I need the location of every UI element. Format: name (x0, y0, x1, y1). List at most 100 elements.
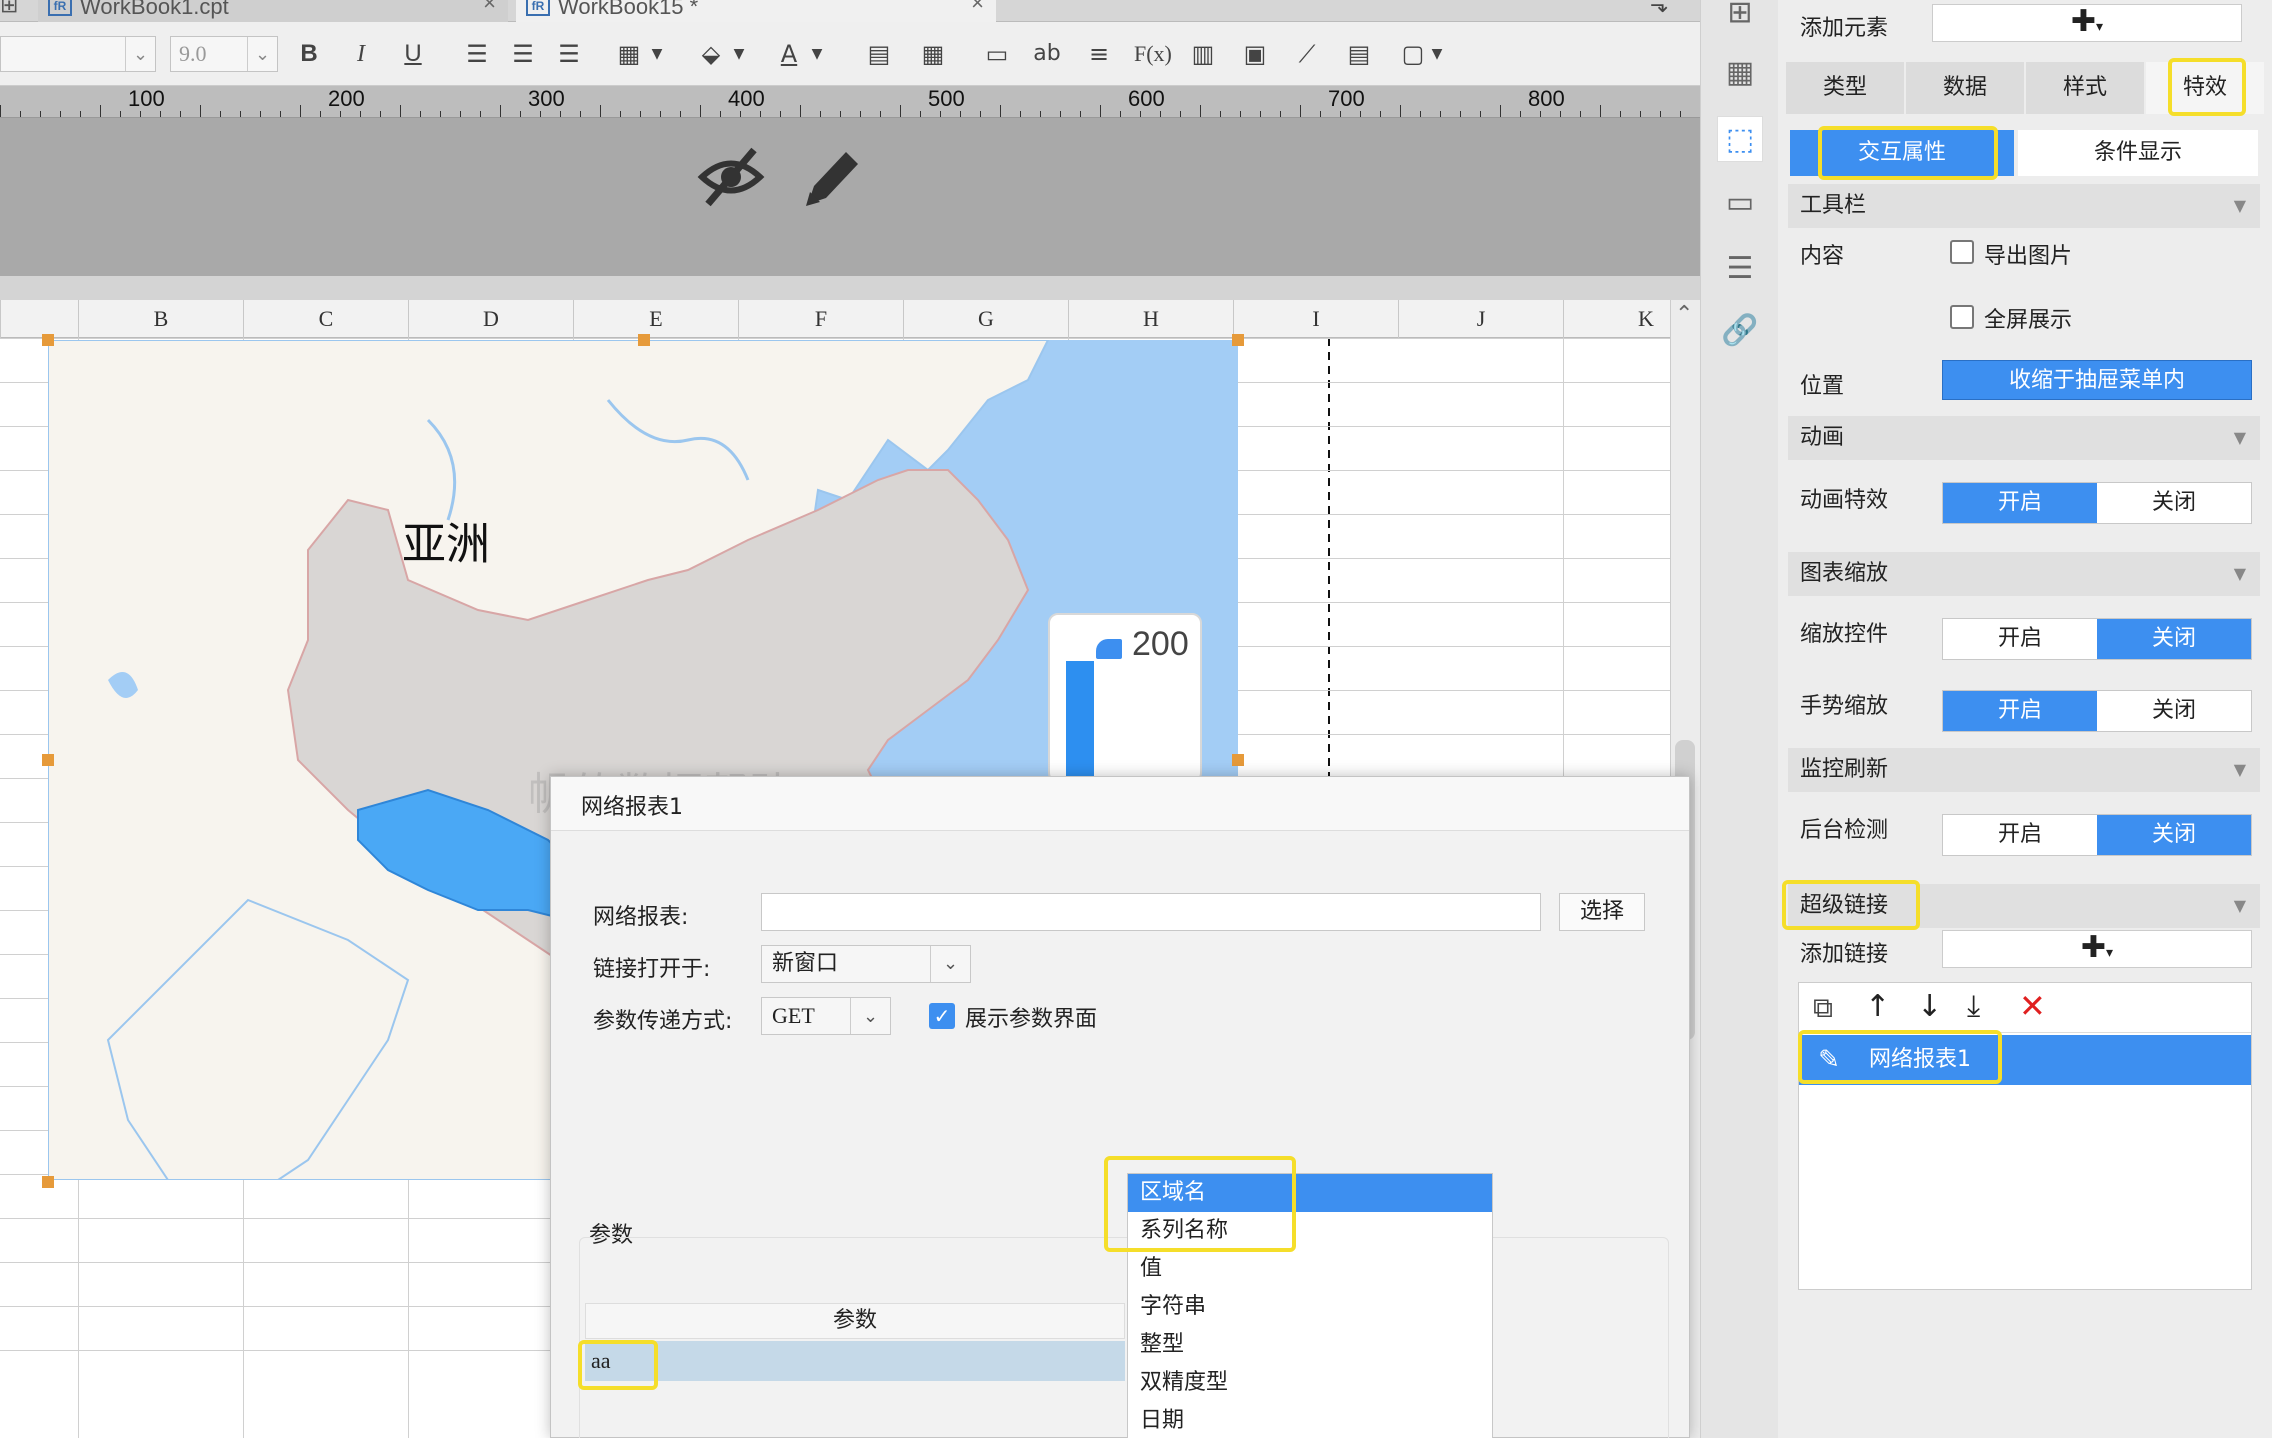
align-right-icon[interactable]: ☰ (552, 38, 586, 70)
copy-icon[interactable]: ⧉ (1813, 991, 1833, 1025)
column-header[interactable]: J (1398, 300, 1563, 338)
animation-toggle[interactable]: 开启 关闭 (1942, 482, 2252, 524)
underline-icon[interactable]: U (396, 38, 430, 70)
subtab-condition[interactable]: 条件显示 (2018, 130, 2258, 176)
scroll-up-icon[interactable]: ⌃ (1675, 302, 1693, 327)
text-icon[interactable]: ab (1030, 38, 1064, 70)
zoom-control-on-option[interactable]: 开启 (1943, 619, 2097, 659)
export-image-checkbox[interactable] (1950, 240, 1974, 264)
hyperlink-icon[interactable]: 🔗 (1717, 308, 1763, 354)
dropdown-option[interactable]: 字符串 (1128, 1288, 1492, 1326)
chevron-down-icon[interactable]: ▼ (808, 38, 826, 70)
tab-workbook15[interactable]: fR WorkBook15 * × (516, 0, 996, 22)
merge-cells-icon[interactable]: ▤ (862, 38, 896, 70)
border-icon[interactable]: ▦ (612, 38, 646, 70)
fullscreen-checkbox[interactable] (1950, 305, 1974, 329)
cell-attribute-icon[interactable]: ▦ (1717, 50, 1763, 96)
panel-tab[interactable]: 类型 (1786, 62, 1904, 114)
section-zoom[interactable]: 图表缩放 ▼ (1788, 552, 2260, 596)
close-tab-icon[interactable]: × (971, 0, 984, 14)
delete-icon[interactable]: ✕ (2019, 987, 2046, 1025)
formula-icon[interactable]: F(x) (1134, 38, 1172, 70)
chevron-down-icon[interactable]: ▼ (730, 38, 748, 70)
align-left-icon[interactable]: ☰ (460, 38, 494, 70)
resize-handle[interactable] (42, 334, 54, 346)
resize-handle[interactable] (638, 334, 650, 346)
move-bottom-icon[interactable]: ⤓ (1967, 989, 1980, 1024)
resize-handle[interactable] (1232, 334, 1244, 346)
dropdown-arrow-icon[interactable]: ⬎ (1650, 0, 1668, 17)
dropdown-option[interactable]: 值 (1128, 1250, 1492, 1288)
column-header[interactable]: D (408, 300, 573, 338)
column-header[interactable]: G (903, 300, 1068, 338)
close-tab-icon[interactable]: × (483, 0, 496, 14)
background-check-on-option[interactable]: 开启 (1943, 815, 2097, 855)
subreport-icon[interactable]: ▤ (1342, 38, 1376, 70)
background-check-off-option[interactable]: 关闭 (2097, 815, 2251, 855)
bold-icon[interactable]: B (292, 38, 326, 70)
chevron-down-icon[interactable]: ▼ (1428, 38, 1446, 70)
report-input[interactable] (761, 893, 1541, 931)
chevron-down-icon[interactable]: ▼ (648, 38, 666, 70)
dropdown-option[interactable]: 双精度型 (1128, 1364, 1492, 1402)
dropdown-option[interactable]: 整型 (1128, 1326, 1492, 1364)
italic-icon[interactable]: I (344, 38, 378, 70)
paragraph-icon[interactable]: ≡ (1082, 38, 1116, 70)
select-button[interactable]: 选择 (1559, 893, 1645, 931)
legend-handle-icon[interactable] (1096, 639, 1122, 659)
move-down-icon[interactable]: ↓ (1917, 989, 1942, 1024)
font-color-icon[interactable]: A (772, 38, 806, 70)
panel-tab[interactable]: 数据 (1906, 62, 2024, 114)
section-monitor[interactable]: 监控刷新 ▼ (1788, 748, 2260, 792)
textfield-icon[interactable]: ▭ (980, 38, 1014, 70)
font-size-select[interactable]: 9.0 ⌄ (170, 36, 278, 72)
panel-tab[interactable]: 样式 (2026, 62, 2144, 114)
show-params-checkbox[interactable]: ✓ (929, 1003, 955, 1029)
section-toolbar[interactable]: 工具栏 ▼ (1788, 184, 2260, 228)
param-method-select[interactable]: GET ⌄ (761, 997, 891, 1035)
add-link-button[interactable]: ✚▾ (1942, 930, 2252, 968)
column-header[interactable]: B (78, 300, 243, 338)
background-check-toggle[interactable]: 开启 关闭 (1942, 814, 2252, 856)
dropdown-option[interactable]: 日期 (1128, 1402, 1492, 1438)
move-up-icon[interactable]: ↑ (1865, 989, 1890, 1024)
column-header[interactable]: H (1068, 300, 1233, 338)
new-sheet-icon[interactable]: ⊞ (0, 0, 30, 20)
gesture-zoom-on-option[interactable]: 开启 (1943, 691, 2097, 731)
zoom-control-toggle[interactable]: 开启 关闭 (1942, 618, 2252, 660)
tab-workbook1[interactable]: fR WorkBook1.cpt × (38, 0, 508, 22)
fill-color-icon[interactable]: ⬙ (694, 38, 728, 70)
column-header[interactable]: C (243, 300, 408, 338)
image-icon[interactable]: ▣ (1238, 38, 1272, 70)
zoom-control-off-option[interactable]: 关闭 (2097, 619, 2251, 659)
resize-handle[interactable] (1232, 754, 1244, 766)
gesture-zoom-off-option[interactable]: 关闭 (2097, 691, 2251, 731)
open-in-select[interactable]: 新窗口 ⌄ (761, 945, 971, 983)
widget-settings-icon[interactable]: ▭ (1717, 180, 1763, 226)
range-legend[interactable]: 200 (1048, 613, 1202, 783)
float-element-icon[interactable]: ⬚ (1717, 116, 1763, 162)
slash-icon[interactable]: ⟋ (1290, 38, 1324, 70)
condition-attribute-icon[interactable]: ☰ (1717, 246, 1763, 292)
cell-element-icon[interactable]: ⊞ (1717, 0, 1763, 36)
position-select[interactable]: 收缩于抽屉菜单内 (1942, 360, 2252, 400)
param-row[interactable]: aa (585, 1341, 1125, 1381)
edit-pencil-icon[interactable] (800, 142, 866, 212)
font-family-select[interactable]: ⌄ (0, 36, 156, 72)
frame-icon[interactable]: ▢ (1396, 38, 1430, 70)
column-header[interactable]: E (573, 300, 738, 338)
split-cells-icon[interactable]: ▦ (916, 38, 950, 70)
add-element-button[interactable]: ✚▾ (1932, 4, 2242, 42)
align-center-icon[interactable]: ☰ (506, 38, 540, 70)
hide-icon[interactable] (696, 142, 766, 212)
resize-handle[interactable] (42, 754, 54, 766)
column-header[interactable]: I (1233, 300, 1398, 338)
column-header[interactable]: F (738, 300, 903, 338)
chart-icon[interactable]: ▥ (1186, 38, 1220, 70)
column-header[interactable]: K (1563, 300, 1670, 338)
section-animation[interactable]: 动画 ▼ (1788, 416, 2260, 460)
resize-handle[interactable] (42, 1176, 54, 1188)
animation-on-option[interactable]: 开启 (1943, 483, 2097, 523)
gesture-zoom-toggle[interactable]: 开启 关闭 (1942, 690, 2252, 732)
animation-off-option[interactable]: 关闭 (2097, 483, 2251, 523)
